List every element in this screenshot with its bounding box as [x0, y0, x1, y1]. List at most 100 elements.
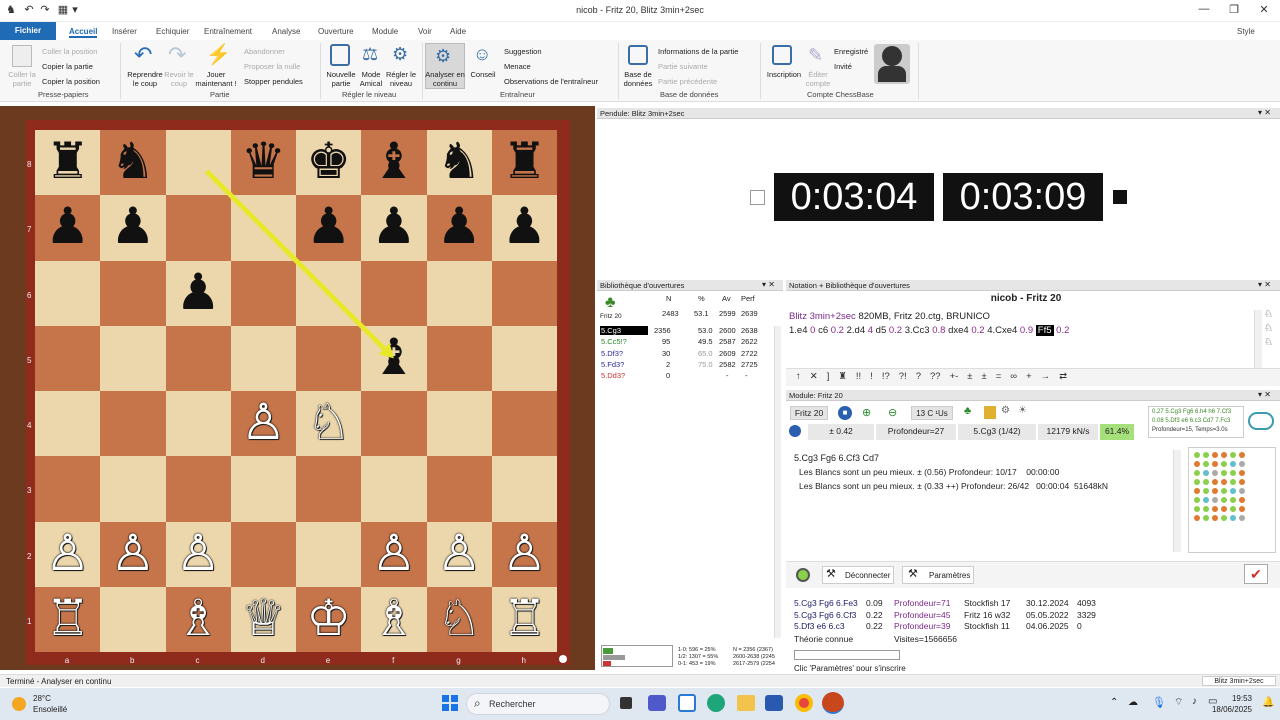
notation-side-tools[interactable]: ♘ ♘ ♘ [1264, 308, 1273, 350]
tab-entrainement[interactable]: Entraînement [204, 27, 252, 36]
move[interactable]: 1.e4 [789, 325, 808, 336]
engine-tool-icon-1[interactable]: ♣ [964, 405, 971, 417]
stop-clocks-checkbox[interactable]: Stopper pendules [244, 77, 303, 86]
annotation-symbol[interactable]: → [1041, 371, 1051, 382]
observations-checkbox[interactable]: Observations de l'entraîneur [504, 77, 598, 86]
move[interactable]: Ff5 [1035, 325, 1054, 336]
tab-module[interactable]: Module [372, 27, 398, 36]
move-list[interactable]: 1.e4 0 c6 0.2 2.d4 4 d5 0.2 3.Cc3 0.8 dx… [789, 325, 1069, 336]
book-move[interactable]: 5.Cc5!? [600, 337, 627, 346]
takeback-button[interactable]: Reprendre le coup [124, 70, 166, 88]
annotation-symbol[interactable]: ?! [899, 371, 907, 382]
book-panel-controls[interactable]: ▾ ✕ [762, 280, 775, 289]
dell-icon[interactable] [765, 695, 783, 711]
book-move[interactable]: 5.Df3? [600, 349, 623, 358]
copy-game-button[interactable]: Copier la partie [42, 62, 93, 71]
engine-name[interactable]: Fritz 20 [790, 406, 828, 420]
threat-button[interactable]: Menace [504, 62, 531, 71]
tab-analyse[interactable]: Analyse [272, 27, 300, 36]
annotation-symbol[interactable]: !! [856, 371, 861, 382]
edit-account-button[interactable]: Éditer compte [804, 70, 832, 88]
annotation-symbol[interactable]: ] [827, 371, 830, 382]
set-level-button[interactable]: Régler le niveau [384, 70, 418, 88]
offer-draw-button[interactable]: Proposer la nulle [244, 62, 300, 71]
taskbar-search[interactable] [466, 693, 610, 715]
volume-icon[interactable]: ♪ [1192, 696, 1197, 707]
database-button[interactable]: Base de données [620, 70, 656, 88]
register-button[interactable]: Inscription [764, 70, 804, 79]
paste-game-button[interactable]: Coller la partie [7, 70, 37, 88]
cores-label[interactable]: 13 C ¹Us [911, 406, 953, 420]
analysis-scrollbar[interactable] [1173, 450, 1181, 552]
advice-button[interactable]: Conseil [468, 70, 498, 79]
wifi-icon[interactable]: ⌔ [1174, 696, 1183, 709]
book-scrollbar[interactable] [774, 326, 781, 638]
move[interactable]: d5 [876, 325, 887, 336]
chrome-icon[interactable] [795, 694, 813, 712]
annotation-symbol[interactable]: !? [882, 371, 890, 382]
notification-icon[interactable]: 🔔 [1262, 697, 1274, 708]
engine-stop-icon[interactable]: ■ [838, 406, 852, 420]
weather-temp[interactable]: 28°C [33, 694, 51, 703]
onedrive-icon[interactable]: ☁ [1128, 697, 1138, 708]
close-icon[interactable]: ✕ [1254, 3, 1274, 16]
prev-game-button[interactable]: Partie précédente [658, 77, 717, 86]
zoom-in-icon[interactable]: ⊕ [862, 406, 871, 419]
annotation-symbol[interactable]: ↑ [796, 371, 801, 382]
move[interactable]: 4.Cxe4 [987, 325, 1017, 336]
tab-ouverture[interactable]: Ouverture [318, 27, 354, 36]
notation-panel-controls[interactable]: ▾ ✕ [1258, 280, 1271, 289]
play-now-button[interactable]: Jouer maintenant ! [194, 70, 238, 88]
fritz-taskbar-icon[interactable] [822, 692, 844, 714]
task-view-icon[interactable] [620, 697, 632, 709]
zoom-out-icon[interactable]: ⊖ [888, 406, 897, 419]
clock-date[interactable]: 18/06/2025 [1210, 705, 1252, 714]
move[interactable]: 2.d4 [847, 325, 866, 336]
suggestion-button[interactable]: Suggestion [504, 47, 542, 56]
maximize-icon[interactable]: ❐ [1224, 3, 1244, 16]
file-menu[interactable]: Fichier [0, 22, 56, 40]
tab-aide[interactable]: Aide [450, 27, 466, 36]
annotation-symbol[interactable]: +- [950, 371, 959, 382]
book-move[interactable]: 5.Cg3 [600, 326, 648, 335]
tray-chevron-icon[interactable]: ⌃ [1110, 697, 1118, 708]
minimize-icon[interactable]: — [1194, 3, 1214, 15]
module-panel-controls[interactable]: ▾ ✕ [1258, 390, 1271, 399]
book-move[interactable]: 5.Fd3? [600, 360, 624, 369]
paste-position-button[interactable]: Coller la position [42, 47, 97, 56]
style-menu[interactable]: Style [1237, 27, 1255, 36]
analyze-continuous-button[interactable]: Analyser en continu [424, 70, 466, 88]
resign-button[interactable]: Abandonner [244, 47, 285, 56]
start-icon[interactable] [442, 695, 458, 711]
annotation-symbol[interactable]: ⇄ [1059, 371, 1067, 382]
edge-icon[interactable] [707, 694, 725, 712]
copy-position-button[interactable]: Copier la position [42, 77, 100, 86]
annotation-symbol[interactable]: ♜ [838, 371, 847, 382]
notation-scrollbar[interactable] [1254, 310, 1262, 368]
settings-icon[interactable]: ⚙ [1001, 405, 1010, 416]
check-icon[interactable]: ✔ [1244, 564, 1268, 584]
teams-icon[interactable] [648, 695, 666, 711]
move[interactable]: 3.Cc3 [905, 325, 930, 336]
annotation-symbol[interactable]: ± [982, 371, 987, 382]
book-move[interactable]: 5.Dd3? [600, 371, 625, 380]
photos-icon[interactable] [678, 694, 696, 712]
bulb-icon[interactable]: ☀ [1018, 405, 1027, 416]
move[interactable]: c6 [818, 325, 828, 336]
explorer-icon[interactable] [737, 695, 755, 711]
forward-button[interactable]: Revoir le coup [164, 70, 194, 88]
new-game-button[interactable]: Nouvelle partie [322, 70, 360, 88]
annotation-symbol[interactable]: ✕ [810, 371, 818, 382]
tab-voir[interactable]: Voir [418, 27, 432, 36]
cloud-icon[interactable] [1248, 412, 1274, 430]
annotation-symbol[interactable]: ∞ [1010, 371, 1017, 382]
tab-inserer[interactable]: Insérer [112, 27, 137, 36]
lock-icon[interactable] [984, 406, 996, 419]
friend-mode-button[interactable]: Mode Amical [356, 70, 386, 88]
tab-echiquier[interactable]: Echiquier [156, 27, 189, 36]
annotation-buttons[interactable]: ↑ ✕] ♜!!!!??!??? +- ± ± = ∞ + → ⇄ [796, 371, 1076, 382]
annotation-symbol[interactable]: ? [916, 371, 921, 382]
tab-accueil[interactable]: Accueil [69, 27, 98, 38]
clock-time[interactable]: 19:53 [1230, 694, 1252, 703]
annotation-symbol[interactable]: = [996, 371, 1002, 382]
